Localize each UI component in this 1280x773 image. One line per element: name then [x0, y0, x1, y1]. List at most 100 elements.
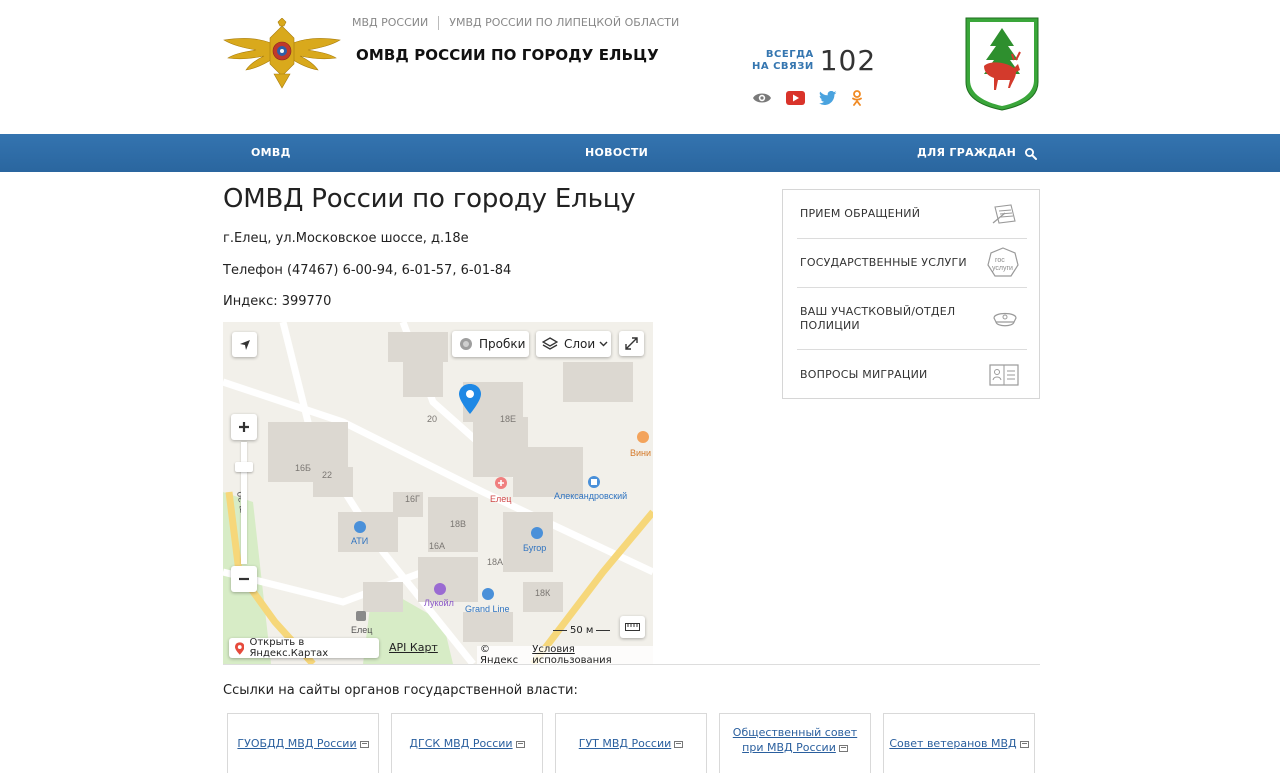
map-canvas[interactable]: 20 18Е 16Б 22 16Г 18В 16А 18А 18К ое ш. …: [223, 322, 653, 664]
ruler-button[interactable]: [620, 616, 645, 638]
nav-item-news[interactable]: НОВОСТИ: [585, 134, 648, 172]
site-title[interactable]: ОМВД РОССИИ ПО ГОРОДУ ЕЛЬЦУ: [356, 46, 659, 64]
external-link-icon: [515, 740, 525, 748]
hotline-label-line1: ВСЕГДА: [765, 48, 814, 60]
map-copyright: © Яндекс Условия использования: [477, 644, 653, 664]
site-header: МВД РОССИИ УМВД РОССИИ ПО ЛИПЕЦКОЙ ОБЛАС…: [0, 0, 1280, 134]
sidebar-item-appeals[interactable]: ПРИЕМ ОБРАЩЕНИЙ: [797, 190, 1027, 239]
external-link-icon: [838, 744, 848, 752]
expand-icon: [625, 337, 638, 350]
link-card-dgsk[interactable]: ДГСК МВД России: [391, 713, 543, 773]
map-pin-icon: [235, 641, 245, 655]
sidebar-item-migration[interactable]: ВОПРОСЫ МИГРАЦИИ: [797, 350, 1027, 399]
main-nav: ОМВД НОВОСТИ ДЛЯ ГРАЖДАН: [0, 134, 1280, 172]
sidebar-item-label: ПРИЕМ ОБРАЩЕНИЙ: [800, 207, 921, 220]
hotline-number: 102: [819, 44, 877, 77]
svg-text:Бугор: Бугор: [523, 543, 546, 553]
zoom-slider-track[interactable]: [241, 442, 247, 564]
link-card-veterans-council[interactable]: Совет ветеранов МВД: [883, 713, 1035, 773]
hotline: ВСЕГДА НА СВЯЗИ 102: [752, 44, 876, 77]
mvd-emblem-logo[interactable]: [222, 18, 342, 90]
passport-icon: [989, 363, 1019, 386]
sidebar-item-label: ВАШ УЧАСТКОВЫЙ/ОТДЕЛ ПОЛИЦИИ: [797, 305, 955, 333]
building-label: 18К: [535, 588, 551, 598]
zoom-in-button[interactable]: [231, 414, 257, 440]
building-label: 18В: [450, 519, 466, 529]
search-icon[interactable]: [1024, 147, 1038, 161]
traffic-button[interactable]: Пробки: [452, 331, 529, 357]
terms-link[interactable]: Условия использования: [532, 644, 650, 664]
section-divider: [223, 664, 1040, 665]
social-links: [752, 90, 863, 106]
building-label: 16Г: [405, 494, 420, 504]
building-label: 16А: [429, 541, 445, 551]
svg-text:Александровский: Александровский: [554, 491, 627, 501]
scale-label: 50 м: [570, 625, 594, 636]
address-text: г.Елец, ул.Московское шоссе, д.18е: [223, 231, 469, 246]
ruler-icon: [625, 623, 640, 631]
copyright-text: © Яндекс: [480, 644, 519, 664]
police-cap-icon: [993, 312, 1017, 326]
gov-links-heading: Ссылки на сайты органов государственной …: [223, 683, 578, 698]
gosuslugi-icon-text: гос: [995, 257, 1005, 264]
link-card-label: ГУТ МВД России: [578, 737, 672, 750]
sidebar-item-label: ВОПРОСЫ МИГРАЦИИ: [800, 367, 928, 381]
svg-text:Елец: Елец: [490, 494, 511, 504]
nav-item-citizens[interactable]: ДЛЯ ГРАЖДАН: [917, 134, 1016, 172]
hotline-label-line2: НА СВЯЗИ: [752, 60, 814, 72]
nav-item-omvd[interactable]: ОМВД: [251, 134, 291, 172]
link-card-guobdd[interactable]: ГУОБДД МВД России: [227, 713, 379, 773]
svg-text:Лукойл: Лукойл: [424, 598, 454, 608]
open-in-yandex-button[interactable]: Открыть в Яндекс.Картах: [229, 637, 379, 659]
breadcrumb: МВД РОССИИ УМВД РОССИИ ПО ЛИПЕЦКОЙ ОБЛАС…: [352, 16, 689, 30]
geolocate-button[interactable]: [232, 332, 257, 357]
sidebar-item-gov-services[interactable]: ГОСУДАРСТВЕННЫЕ УСЛУГИ гос услуги: [797, 239, 1027, 288]
odnoklassniki-icon[interactable]: [851, 90, 863, 106]
navigation-arrow-icon: [239, 339, 250, 350]
building-label: 16Б: [295, 463, 311, 473]
traffic-icon: [460, 338, 472, 350]
layers-button[interactable]: Слои: [536, 331, 611, 357]
link-card-label: Совет ветеранов МВД: [889, 737, 1017, 750]
map-scale: 50 м: [553, 625, 611, 636]
link-card-public-council[interactable]: Общественный совет при МВД России: [719, 713, 871, 773]
fullscreen-button[interactable]: [619, 331, 644, 356]
link-card-label: ГУОБДД МВД России: [237, 737, 357, 750]
page-title: ОМВД России по городу Ельцу: [223, 184, 636, 214]
sidebar-item-label-line1: ВАШ УЧАСТКОВЫЙ/ОТДЕЛ: [800, 304, 956, 318]
document-pen-icon: [992, 204, 1016, 224]
hotline-label: ВСЕГДА НА СВЯЗИ: [752, 49, 814, 73]
services-sidebar: ПРИЕМ ОБРАЩЕНИЙ ГОСУДАРСТВЕННЫЕ УСЛУГИ г…: [782, 189, 1040, 399]
external-link-icon: [1019, 740, 1029, 748]
postal-index-text: Индекс: 399770: [223, 294, 332, 309]
sidebar-item-label: ГОСУДАРСТВЕННЫЕ УСЛУГИ: [800, 256, 967, 269]
link-card-label-line2: при МВД России: [742, 741, 836, 754]
link-card-gut[interactable]: ГУТ МВД России: [555, 713, 707, 773]
external-link-icon: [674, 740, 684, 748]
zoom-slider-handle[interactable]: [235, 462, 253, 472]
svg-text:Елец: Елец: [351, 625, 372, 635]
gosuslugi-icon: гос услуги: [987, 247, 1019, 277]
chevron-down-icon: [599, 341, 608, 347]
yelets-coat-of-arms-logo[interactable]: [962, 16, 1042, 112]
api-link[interactable]: API Карт: [389, 641, 438, 654]
layers-icon: [542, 337, 558, 350]
sidebar-item-district-officer[interactable]: ВАШ УЧАСТКОВЫЙ/ОТДЕЛ ПОЛИЦИИ: [797, 288, 1027, 350]
gosuslugi-icon-text: услуги: [992, 265, 1013, 272]
building-label: 22: [322, 470, 332, 480]
youtube-icon[interactable]: [786, 91, 805, 105]
building-label: 20: [427, 414, 437, 424]
plus-icon: [239, 422, 249, 432]
twitter-icon[interactable]: [819, 91, 837, 105]
yandex-map[interactable]: 20 18Е 16Б 22 16Г 18В 16А 18А 18К ое ш. …: [223, 322, 653, 664]
eye-icon[interactable]: [752, 91, 772, 105]
svg-text:АТИ: АТИ: [351, 536, 368, 546]
building-label: 18Е: [500, 414, 516, 424]
building-label: 18А: [487, 557, 503, 567]
external-link-icon: [359, 740, 369, 748]
breadcrumb-mvd[interactable]: МВД РОССИИ: [352, 16, 440, 30]
breadcrumb-umvd-lipetsk[interactable]: УМВД РОССИИ ПО ЛИПЕЦКОЙ ОБЛАСТИ: [439, 16, 689, 30]
zoom-out-button[interactable]: [231, 566, 257, 592]
link-card-label: ДГСК МВД России: [409, 737, 513, 750]
layers-label: Слои: [564, 337, 596, 351]
